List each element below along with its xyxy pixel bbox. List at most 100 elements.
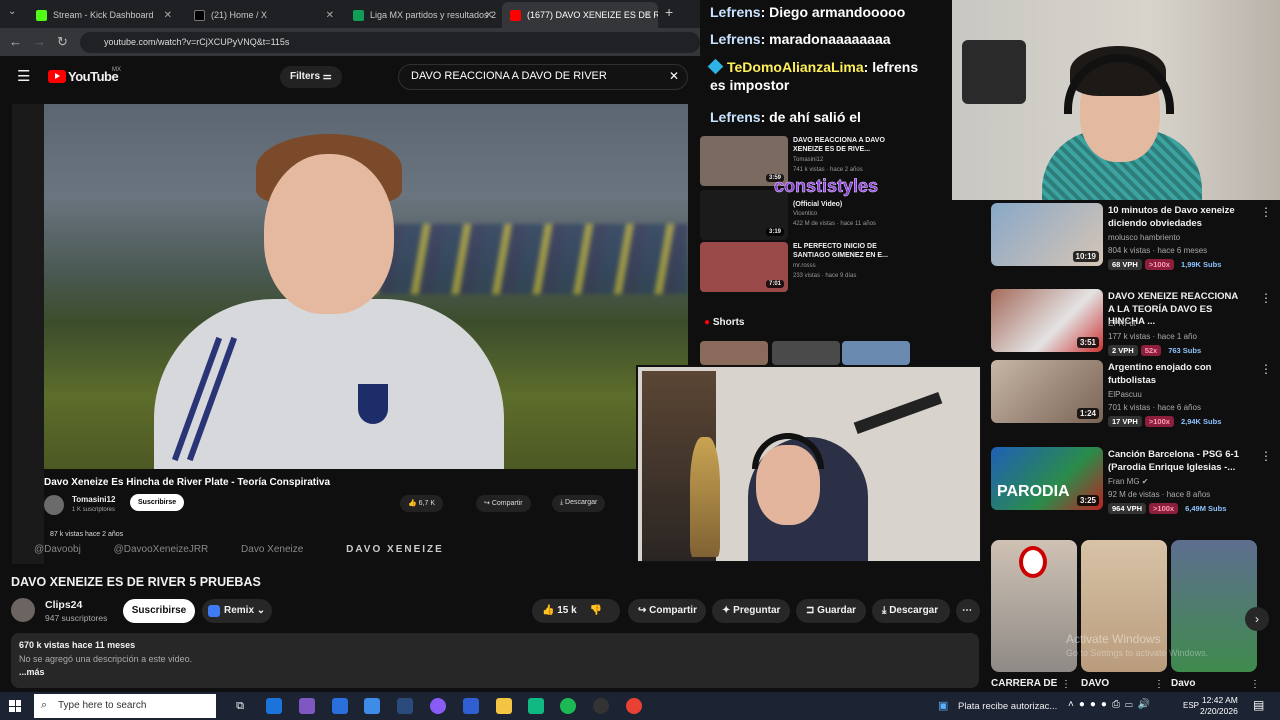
short-title[interactable]: Davo: [1171, 678, 1195, 689]
file-explorer-icon[interactable]: [496, 698, 512, 714]
recommendation-item[interactable]: 1:24 Argentino enojado con futbolistas E…: [991, 360, 1276, 427]
rec-thumbnail[interactable]: PARODIA 3:25: [991, 447, 1103, 510]
tab-kick-dashboard[interactable]: Stream - Kick Dashboard ✕: [28, 2, 178, 28]
rec-thumbnail[interactable]: 1:24: [991, 360, 1103, 423]
app-icon[interactable]: [430, 698, 446, 714]
rec-channel[interactable]: EPRFut: [1108, 319, 1136, 328]
video-player[interactable]: Davo Xeneize Es Hincha de River Plate - …: [12, 104, 688, 564]
short-more-icon[interactable]: ⋮: [1061, 679, 1071, 690]
share-button[interactable]: ↪ Compartir: [628, 599, 706, 623]
remix-button[interactable]: Remix ⌄: [202, 599, 272, 623]
inner-like-count: 6,7 K: [418, 500, 436, 507]
new-tab-icon[interactable]: +: [665, 4, 673, 20]
rec-title[interactable]: Argentino enojado con futbolistas: [1108, 362, 1246, 387]
tab-close-icon[interactable]: ✕: [326, 10, 334, 21]
show-more-link[interactable]: ...más: [19, 667, 971, 677]
short-more-icon[interactable]: ⋮: [1154, 679, 1164, 690]
ask-button[interactable]: ✦ Preguntar: [712, 599, 790, 623]
inner-channel-avatar[interactable]: [44, 495, 64, 515]
mid-rec-title[interactable]: DAVO REACCIONA A DAVO XENEIZE ES DE RIVE…: [793, 136, 903, 154]
tab-youtube-active[interactable]: (1677) DAVO XENEIZE ES DE RIV ✕: [502, 2, 658, 28]
inner-subscribe-button[interactable]: Suscribirse: [130, 494, 185, 511]
search-input[interactable]: DAVO REACCIONA A DAVO DE RIVER ✕: [398, 64, 688, 90]
shorts-next-icon[interactable]: ›: [1245, 607, 1269, 631]
mid-short-thumbnail[interactable]: [772, 341, 840, 365]
taskbar-clock[interactable]: 12:42 AM 2/20/2026: [1200, 695, 1238, 717]
filters-button[interactable]: Filters ⚌: [280, 66, 342, 88]
app-icon[interactable]: [397, 698, 413, 714]
inner-download-button[interactable]: ⤓ Descargar: [552, 495, 606, 512]
tab-close-icon[interactable]: ✕: [164, 10, 172, 21]
url-field[interactable]: youtube.com/watch?v=rCjXCUPyVNQ&t=115s: [80, 32, 700, 53]
rec-more-icon[interactable]: ⋮: [1260, 291, 1272, 305]
rec-thumbnail[interactable]: 10:19: [991, 203, 1103, 266]
channel-name[interactable]: Clips24: [45, 599, 82, 611]
rec-more-icon[interactable]: ⋮: [1260, 362, 1272, 376]
rec-title[interactable]: 10 minutos de Davo xeneize diciendo obvi…: [1108, 205, 1246, 230]
rec-more-icon[interactable]: ⋮: [1260, 205, 1272, 219]
rec-more-icon[interactable]: ⋮: [1260, 449, 1272, 463]
app-icon[interactable]: [528, 698, 544, 714]
tray-icons[interactable]: ˄●●●⎙▭🔊: [1068, 699, 1155, 710]
forward-icon[interactable]: →: [33, 34, 46, 49]
rec-title[interactable]: Canción Barcelona - PSG 6-1 (Parodia Enr…: [1108, 449, 1246, 474]
mid-short-thumbnail[interactable]: [700, 341, 768, 365]
input-language[interactable]: ESP: [1183, 701, 1199, 710]
short-title[interactable]: DAVO: [1081, 678, 1109, 689]
inner-video-title: Davo Xeneize Es Hincha de River Plate - …: [44, 477, 331, 488]
windows-start-icon[interactable]: [9, 700, 21, 712]
tab-close-icon[interactable]: ✕: [485, 10, 493, 21]
notification-app-icon[interactable]: ▣: [938, 699, 948, 712]
tab-x-home[interactable]: (21) Home / X ✕: [186, 2, 340, 28]
store-icon[interactable]: [364, 698, 380, 714]
obs-icon[interactable]: [593, 698, 609, 714]
video-title: DAVO XENEIZE ES DE RIVER 5 PRUEBAS: [11, 575, 261, 589]
recommendation-item[interactable]: 3:51 DAVO XENEIZE REACCIONA A LA TEORÍA …: [991, 289, 1276, 356]
rec-channel[interactable]: Fran MG ✔: [1108, 477, 1149, 486]
rec-channel[interactable]: ElPascuu: [1108, 390, 1142, 399]
channel-avatar[interactable]: [11, 598, 35, 622]
inner-like-button[interactable]: 👍 6,7 K: [400, 495, 444, 512]
mid-rec-title[interactable]: EL PERFECTO INICIO DE SANTIAGO GIMENEZ E…: [793, 242, 903, 260]
chrome-icon[interactable]: [626, 698, 642, 714]
tab-list-icon[interactable]: ⌄: [8, 6, 16, 17]
short-thumbnail[interactable]: [991, 540, 1077, 672]
taskbar-status-text[interactable]: Plata recibe autorizac...: [958, 701, 1057, 712]
tab-liga-mx[interactable]: Liga MX partidos y resultados 2 ✕: [345, 2, 499, 28]
taskbar-search-input[interactable]: ⌕ Type here to search: [34, 694, 216, 718]
mail-icon[interactable]: [332, 698, 348, 714]
youtube-logo-icon[interactable]: [48, 70, 66, 83]
app-icon[interactable]: [463, 698, 479, 714]
like-button[interactable]: 👍 15 k 👎: [532, 599, 620, 623]
recommendation-item[interactable]: 10:19 10 minutos de Davo xeneize diciend…: [991, 203, 1276, 270]
reload-icon[interactable]: ↻: [57, 34, 68, 50]
vph-badge: 17 VPH: [1108, 416, 1142, 427]
spotify-icon[interactable]: [560, 698, 576, 714]
mid-rec-thumbnail[interactable]: 3:19: [700, 190, 788, 240]
rec-thumbnail[interactable]: 3:51: [991, 289, 1103, 352]
tab-close-icon[interactable]: ✕: [644, 10, 652, 21]
more-actions-icon[interactable]: ⋯: [956, 599, 980, 623]
dislike-icon[interactable]: 👎: [589, 605, 601, 616]
shorts-heading: ● Shorts: [704, 317, 745, 328]
inner-share-button[interactable]: ↪ Compartir: [476, 495, 531, 512]
save-button[interactable]: ⊐ Guardar: [796, 599, 866, 623]
subscribe-button[interactable]: Suscribirse: [123, 599, 195, 623]
clear-search-icon[interactable]: ✕: [669, 69, 679, 83]
recommendation-item[interactable]: PARODIA 3:25 Canción Barcelona - PSG 6-1 …: [991, 447, 1276, 514]
download-button[interactable]: ⤓ Descargar: [872, 599, 950, 623]
notification-center-icon[interactable]: ▤: [1253, 698, 1264, 712]
edge-icon[interactable]: [266, 698, 282, 714]
short-title[interactable]: CARRERA DE: [991, 678, 1057, 689]
menu-icon[interactable]: ☰: [17, 67, 30, 85]
description-box[interactable]: 670 k vistas hace 11 meses No se agregó …: [11, 633, 979, 688]
inner-channel-name[interactable]: Tomasini12: [72, 495, 115, 504]
back-icon[interactable]: ←: [9, 34, 22, 49]
mid-short-thumbnail[interactable]: [842, 341, 910, 365]
rec-channel[interactable]: molusco hambriento: [1108, 233, 1180, 242]
copilot-icon[interactable]: [299, 698, 315, 714]
mid-rec-title[interactable]: (Official Video): [793, 200, 903, 209]
short-more-icon[interactable]: ⋮: [1250, 679, 1260, 690]
mid-rec-thumbnail[interactable]: 7:01: [700, 242, 788, 292]
task-view-icon[interactable]: ⧉: [232, 698, 248, 714]
